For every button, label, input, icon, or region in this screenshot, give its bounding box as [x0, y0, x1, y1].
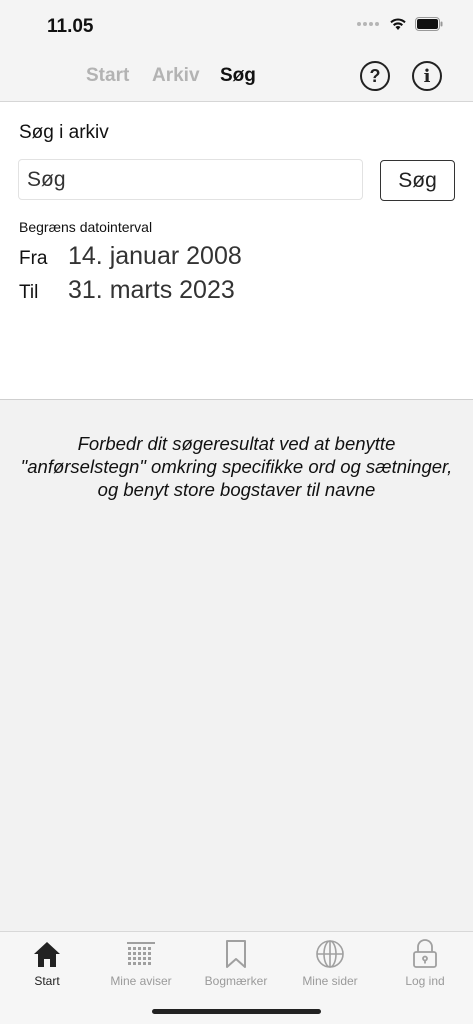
tabbar-label: Start: [34, 974, 60, 988]
tabbar-label: Bogmærker: [204, 974, 268, 988]
home-icon: [34, 942, 60, 967]
tab-start[interactable]: Start: [86, 65, 129, 87]
hint-line-1: Forbedr dit søgeresultat ved at benytte: [77, 433, 396, 454]
tabbar-item-start[interactable]: Start: [0, 938, 94, 988]
from-date-value[interactable]: 14. januar 2008: [68, 242, 242, 271]
info-button[interactable]: i: [412, 61, 442, 91]
search-hint: Forbedr dit søgeresultat ved at benytte …: [0, 432, 473, 501]
from-date-row[interactable]: Fra 14. januar 2008: [19, 242, 242, 271]
to-date-row[interactable]: Til 31. marts 2023: [19, 276, 235, 305]
tabbar-item-mine-sider[interactable]: Mine sider: [283, 938, 377, 988]
bookmark-icon: [226, 940, 246, 968]
lock-icon: [413, 939, 437, 968]
page-title: Søg i arkiv: [19, 122, 109, 143]
tabbar-item-log-ind[interactable]: Log ind: [378, 938, 472, 988]
search-button[interactable]: Søg: [380, 160, 455, 201]
date-range-label: Begræns datointerval: [19, 219, 153, 235]
top-navigation: Start Arkiv Søg ? i: [0, 50, 473, 102]
status-time: 11.05: [47, 16, 94, 37]
newspaper-grid-icon: [127, 942, 155, 965]
tabbar-item-bogmaerker[interactable]: Bogmærker: [189, 938, 283, 988]
tabbar-label: Log ind: [405, 974, 445, 988]
tab-arkiv[interactable]: Arkiv: [152, 65, 200, 87]
search-input[interactable]: [18, 159, 363, 200]
signal-dots-icon: [357, 22, 379, 26]
from-label: Fra: [19, 248, 48, 269]
help-button[interactable]: ?: [360, 61, 390, 91]
wifi-icon: [390, 18, 406, 30]
hint-line-2: "anførselstegn" omkring specifikke ord o…: [20, 456, 453, 477]
tabbar-label: Mine aviser: [110, 974, 172, 988]
status-bar: 11.05: [0, 0, 473, 50]
hint-line-3: og benyt store bogstaver til navne: [97, 479, 376, 500]
status-icons: [357, 17, 443, 31]
tabbar-label: Mine sider: [302, 974, 358, 988]
to-label: Til: [19, 282, 39, 303]
battery-icon: [415, 17, 443, 31]
home-indicator: [152, 1009, 321, 1014]
tab-soeg[interactable]: Søg: [220, 65, 256, 87]
tabbar-item-mine-aviser[interactable]: Mine aviser: [94, 938, 188, 988]
search-panel: Søg i arkiv Søg Begræns datointerval Fra…: [0, 102, 473, 400]
to-date-value[interactable]: 31. marts 2023: [68, 276, 235, 305]
globe-icon: [316, 940, 344, 968]
info-icon: i: [423, 65, 431, 87]
question-mark-icon: ?: [369, 65, 381, 86]
